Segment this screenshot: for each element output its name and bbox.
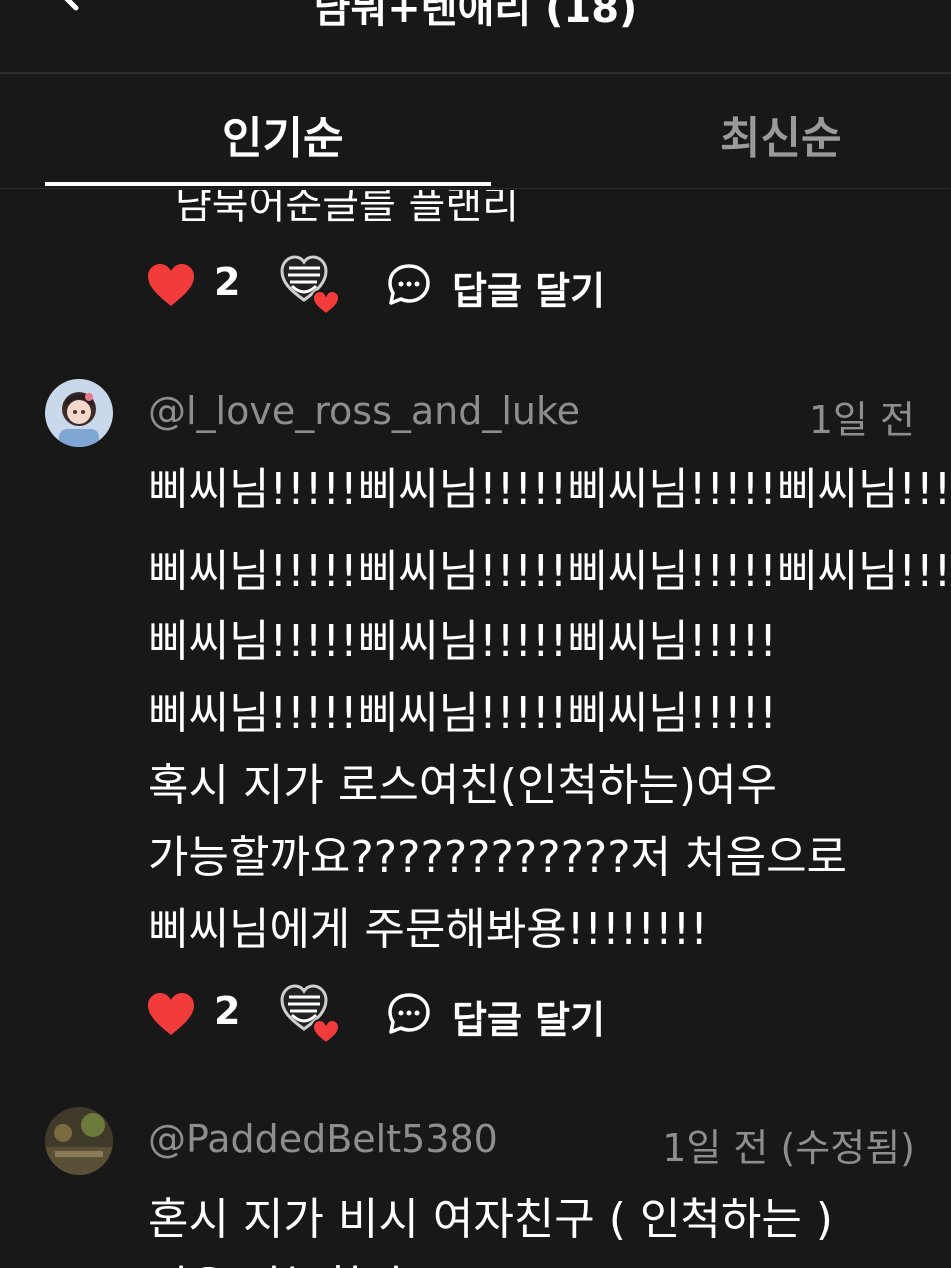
creator-heart-icon: [280, 984, 341, 1045]
comment-bubble-icon: [388, 264, 430, 305]
heart-icon[interactable]: [146, 262, 196, 308]
comment-text-line: 삐씨님!!!!!삐씨님!!!!!삐씨님!!!!!: [148, 688, 777, 739]
heart-icon[interactable]: [146, 991, 196, 1037]
reply-button[interactable]: 답글 달기: [386, 254, 686, 314]
comment-item: @l_love_ross_and_luke 1일 전 삐씨님!!!!!삐씨님!!…: [0, 379, 951, 1059]
avatar[interactable]: [45, 379, 113, 447]
avatar[interactable]: [45, 1107, 113, 1175]
sort-tabs: 인기순 최신순: [0, 74, 951, 190]
comment-text-line: 삐씨님!!!!!삐씨님!!!!!삐씨님!!!!!삐씨님!!!!!: [148, 464, 951, 515]
reply-button[interactable]: 답글 달기: [386, 983, 686, 1043]
username[interactable]: @PaddedBelt5380: [148, 1117, 498, 1161]
timestamp: 1일 전 (수정됨): [662, 1126, 915, 1170]
comment-actions: 2 답글 달기: [146, 254, 706, 316]
tab-recent[interactable]: 최신순: [720, 102, 841, 166]
like-count: 2: [214, 260, 241, 304]
tabs-divider: [0, 188, 951, 189]
comment-text-line: 혹시 지가 로스여친(인척하는)여우: [148, 760, 778, 811]
comment-text-line: 가능할까요????????????저 처음으로: [148, 832, 848, 883]
comment-item: @PaddedBelt5380 1일 전 (수정됨) 혼시 지가 비시 여자친구…: [0, 1107, 951, 1268]
creator-heart-icon: [280, 255, 341, 316]
comment-text-line: 혼시 지가 비시 여자친구 ( 인척하는 ): [148, 1194, 833, 1245]
timestamp: 1일 전: [808, 398, 915, 442]
comment-bubble-icon: [388, 993, 430, 1034]
comment-text-line: 삐씨님!!!!!삐씨님!!!!!삐씨님!!!!!삐씨님!!!!!: [148, 546, 951, 597]
active-tab-indicator: [45, 182, 491, 186]
reply-label: 답글 달기: [452, 269, 606, 313]
comment-actions: 2 답글 달기: [146, 983, 706, 1045]
comment-text-line: 여우 가능할까요??: [148, 1251, 492, 1268]
top-bar: 냠뭐+렌애리 (18): [0, 0, 951, 72]
tab-popular[interactable]: 인기순: [222, 102, 343, 166]
comment-text-line: 삐씨님에게 주문해봐용!!!!!!!!: [148, 904, 708, 955]
page-title: 냠뭐+렌애리 (18): [313, 0, 638, 32]
comment-text-line: 삐씨님!!!!!삐씨님!!!!!삐씨님!!!!!: [148, 616, 777, 667]
username[interactable]: @l_love_ross_and_luke: [148, 389, 580, 433]
reply-label: 답글 달기: [452, 998, 606, 1042]
like-count: 2: [214, 989, 241, 1033]
